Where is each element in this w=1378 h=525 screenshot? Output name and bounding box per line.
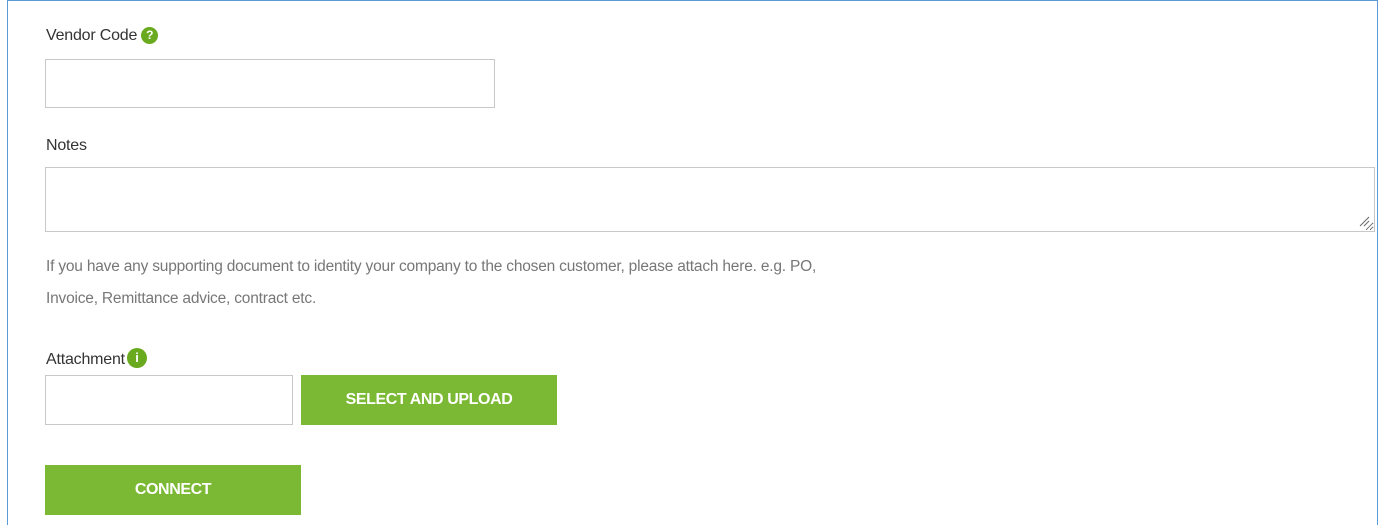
select-and-upload-button[interactable]: SELECT AND UPLOAD xyxy=(301,375,557,425)
attachment-helper-text: If you have any supporting document to i… xyxy=(46,251,816,315)
resize-grip-icon[interactable] xyxy=(1358,215,1370,227)
helper-text-line-1: If you have any supporting document to i… xyxy=(46,258,817,275)
helper-text-line-2: Invoice, Remittance advice, contract etc… xyxy=(46,290,317,307)
notes-textarea[interactable] xyxy=(45,167,1375,232)
info-circle-icon[interactable]: i xyxy=(126,348,147,368)
notes-label: Notes xyxy=(46,137,87,155)
attachment-input[interactable] xyxy=(45,375,293,425)
question-mark-circle-icon[interactable]: ? xyxy=(141,27,159,44)
vendor-code-input[interactable] xyxy=(45,59,495,108)
attachment-label: Attachment i xyxy=(46,348,147,369)
vendor-code-label-text: Vendor Code xyxy=(46,27,138,44)
notes-label-text: Notes xyxy=(46,137,87,154)
vendor-code-label: Vendor Code? xyxy=(46,27,159,45)
attachment-label-text: Attachment xyxy=(46,351,125,368)
connect-button[interactable]: CONNECT xyxy=(45,465,301,515)
